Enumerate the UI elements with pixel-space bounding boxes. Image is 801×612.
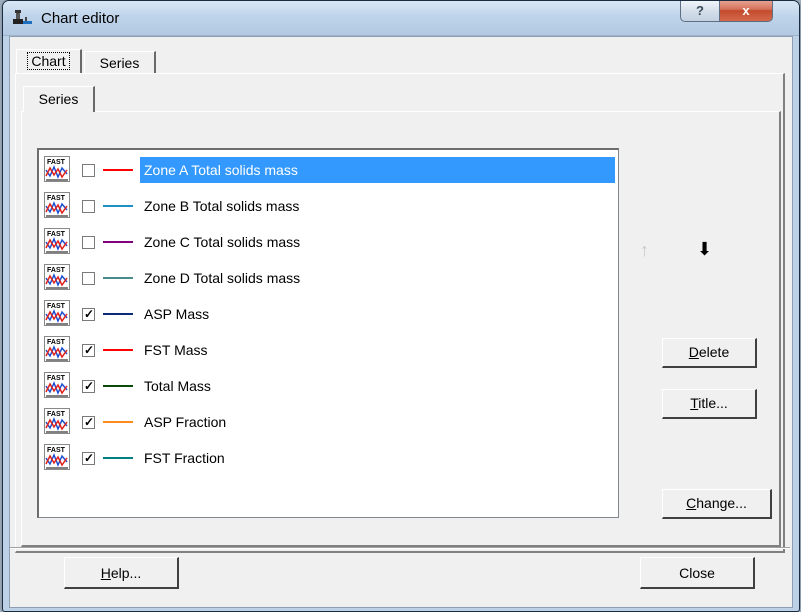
series-name: ASP Mass	[144, 306, 210, 322]
series-name: Zone C Total solids mass	[144, 234, 301, 250]
help-button[interactable]: Help...	[64, 557, 179, 589]
svg-text:FAST: FAST	[47, 339, 66, 346]
title-bar[interactable]: Chart editor ? x	[3, 1, 799, 36]
series-color-swatch	[103, 205, 133, 207]
delete-button[interactable]: Delete	[662, 338, 757, 368]
series-list-item[interactable]: FAST ✓ FST Fraction	[39, 440, 618, 476]
window-title: Chart editor	[41, 10, 120, 27]
checkmark-icon: ✓	[84, 343, 95, 357]
series-visible-checkbox[interactable]: ✓	[82, 308, 95, 321]
series-name: FST Mass	[144, 342, 208, 358]
inner-tab-series[interactable]: Series	[23, 86, 95, 112]
series-visible-checkbox[interactable]: ✓	[82, 380, 95, 393]
change-label: hange...	[696, 495, 747, 511]
change-mnemonic: C	[686, 495, 697, 511]
svg-text:FAST: FAST	[47, 375, 66, 382]
series-visible-checkbox[interactable]: ✓	[82, 416, 95, 429]
chart-editor-app-icon	[13, 10, 32, 24]
series-color-swatch	[103, 385, 133, 387]
fast-series-icon: FAST	[44, 228, 70, 254]
inner-tab-series-label: Series	[38, 91, 79, 107]
series-name: Zone B Total solids mass	[144, 198, 300, 214]
checkmark-icon: ✓	[84, 415, 95, 429]
series-visible-checkbox[interactable]	[82, 236, 95, 249]
fast-series-icon: FAST	[44, 156, 70, 182]
close-titlebar-button[interactable]: x	[719, 1, 773, 22]
checkmark-icon: ✓	[84, 451, 95, 465]
series-color-swatch	[103, 169, 133, 171]
series-list-item[interactable]: FAST ✓ ASP Fraction	[39, 404, 618, 440]
series-color-swatch	[103, 313, 133, 315]
change-button[interactable]: Change...	[662, 489, 772, 519]
fast-series-icon: FAST	[44, 300, 70, 326]
fast-series-icon: FAST	[44, 408, 70, 434]
close-icon: x	[742, 3, 750, 18]
svg-text:FAST: FAST	[47, 231, 66, 238]
help-mnemonic: H	[100, 565, 111, 581]
checkmark-icon: ✓	[84, 307, 95, 321]
fast-series-icon: FAST	[44, 444, 70, 470]
tab-series[interactable]: Series	[84, 51, 156, 73]
footer-separator	[10, 547, 790, 549]
series-list-item[interactable]: FAST Zone B Total solids mass	[39, 188, 618, 224]
fast-series-icon: FAST	[44, 372, 70, 398]
series-name: Zone A Total solids mass	[140, 157, 615, 183]
series-color-swatch	[103, 277, 133, 279]
tab-series-label: Series	[99, 55, 140, 71]
series-visible-checkbox[interactable]	[82, 272, 95, 285]
fast-series-icon: FAST	[44, 336, 70, 362]
series-name: Zone D Total solids mass	[144, 270, 301, 286]
svg-text:FAST: FAST	[47, 411, 66, 418]
series-list-item[interactable]: FAST ✓ FST Mass	[39, 332, 618, 368]
series-color-swatch	[103, 349, 133, 351]
fast-series-icon: FAST	[44, 264, 70, 290]
series-color-swatch	[103, 457, 133, 459]
series-list-item[interactable]: FAST Zone D Total solids mass	[39, 260, 618, 296]
delete-mnemonic: D	[688, 344, 699, 360]
series-list-item[interactable]: FAST ✓ Total Mass	[39, 368, 618, 404]
svg-text:FAST: FAST	[47, 159, 66, 166]
series-list-item[interactable]: FAST Zone A Total solids mass	[39, 152, 618, 188]
chart-editor-window: Chart editor ? x Chart Series Series FAS…	[2, 0, 800, 612]
svg-text:FAST: FAST	[47, 303, 66, 310]
close-button[interactable]: Close	[640, 557, 755, 589]
move-up-arrow-icon[interactable]: ↑	[640, 241, 649, 259]
svg-text:FAST: FAST	[47, 267, 66, 274]
help-label: elp...	[110, 565, 142, 581]
series-list-item[interactable]: FAST ✓ ASP Mass	[39, 296, 618, 332]
title-label: itle...	[698, 395, 728, 411]
series-visible-checkbox[interactable]: ✓	[82, 452, 95, 465]
move-down-arrow-icon[interactable]: ⬇	[697, 240, 712, 258]
series-color-swatch	[103, 421, 133, 423]
tab-chart[interactable]: Chart	[16, 49, 82, 73]
series-visible-checkbox[interactable]	[82, 200, 95, 213]
series-name: Total Mass	[144, 378, 211, 394]
chart-tab-panel: Series FAST Zone A Total solids mass FAST Z…	[15, 73, 785, 553]
close-label: Close	[679, 565, 715, 581]
series-panel: FAST Zone A Total solids mass FAST Zone B T…	[21, 111, 781, 547]
series-visible-checkbox[interactable]: ✓	[82, 344, 95, 357]
checkmark-icon: ✓	[84, 379, 95, 393]
dialog-client-area: Chart Series Series FAST Zone A Total sol…	[9, 36, 793, 608]
series-name: FST Fraction	[144, 450, 225, 466]
delete-label: elete	[698, 344, 730, 360]
series-name: ASP Fraction	[144, 414, 227, 430]
series-color-swatch	[103, 241, 133, 243]
svg-text:FAST: FAST	[47, 447, 66, 454]
title-button[interactable]: Title...	[662, 389, 757, 419]
fast-series-icon: FAST	[44, 192, 70, 218]
help-titlebar-button[interactable]: ?	[680, 1, 720, 22]
help-icon: ?	[696, 3, 704, 18]
tab-chart-label: Chart	[27, 52, 70, 70]
series-visible-checkbox[interactable]	[82, 164, 95, 177]
series-list-item[interactable]: FAST Zone C Total solids mass	[39, 224, 618, 260]
svg-text:FAST: FAST	[47, 195, 66, 202]
series-listbox[interactable]: FAST Zone A Total solids mass FAST Zone B T…	[37, 148, 619, 518]
